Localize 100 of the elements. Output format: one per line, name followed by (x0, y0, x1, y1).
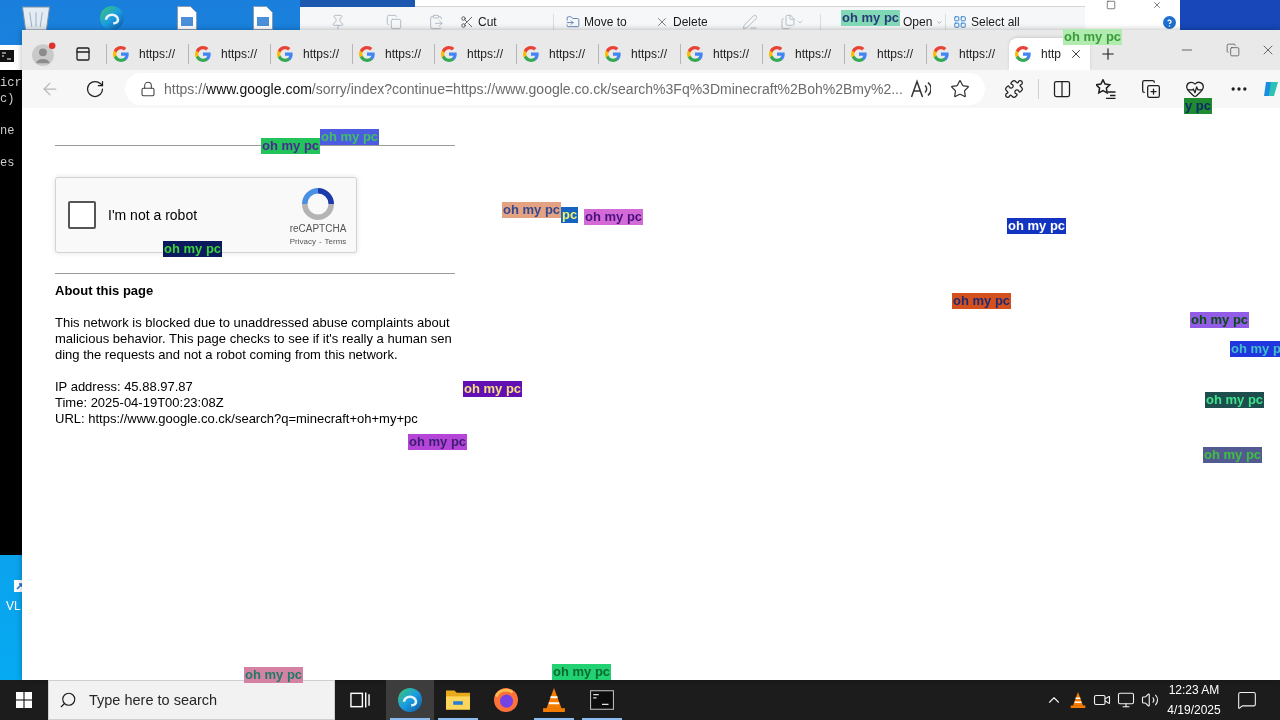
folder-icon (446, 688, 470, 712)
popup-label: oh my pc (320, 129, 380, 145)
g-logo-icon (851, 46, 867, 62)
grid-icon (953, 15, 967, 29)
windows-logo-icon[interactable] (16, 692, 32, 708)
terms-link[interactable]: Terms (324, 237, 347, 247)
maximize-icon[interactable] (1106, 0, 1116, 10)
copy-icon (386, 14, 402, 30)
detail-line: IP address: 45.88.97.87 (55, 379, 193, 395)
monitor-icon[interactable] (1117, 691, 1135, 709)
popup-label: oh my pc (1203, 447, 1263, 463)
popup-label: oh my p (1230, 341, 1280, 357)
traffic-cone-icon[interactable] (1070, 692, 1086, 708)
browser-tab[interactable]: https:// (599, 38, 680, 70)
traffic-cone-icon[interactable] (542, 688, 566, 712)
puzzle-icon[interactable] (1004, 79, 1024, 99)
g-logo-icon (605, 46, 621, 62)
brand-text: reCAPTCHA (289, 223, 347, 235)
shortcut-label: VL (6, 598, 21, 614)
browser-tab[interactable]: https:// (271, 38, 352, 70)
browser-tab[interactable]: https:// (845, 38, 926, 70)
address-field[interactable] (415, 0, 1085, 7)
open-button[interactable]: Open (903, 14, 943, 30)
body-paragraph: This network is blocked due to unaddressed abuse complaints about malicious behavior. This page checks to see if it's really a human sending the requests and not a robot coming from this network. (55, 315, 453, 363)
scissors-icon (460, 15, 474, 29)
detail-line: URL: https://www.google.co.ck/search?q=minecraft+oh+my+pc (55, 411, 418, 427)
caret-icon (796, 18, 804, 26)
popup-label: y pc (1184, 98, 1212, 114)
terminal-icon (590, 688, 614, 712)
favorite-star-icon[interactable] (950, 79, 970, 99)
split-screen-icon[interactable] (1052, 79, 1072, 99)
ring-logo-icon (302, 188, 334, 220)
restore-icon[interactable] (1226, 43, 1240, 57)
browser-tab[interactable]: https:// (517, 38, 598, 70)
address-bar[interactable]: https://www.google.com/sorry/index?continue=https://www.google.co.ck/search%3Fq%3Dminecraft%2Boh%2Bmy%2... (125, 73, 985, 105)
dash-text: - (318, 237, 322, 247)
image-file-icon[interactable] (253, 6, 273, 30)
help-icon[interactable] (1163, 16, 1176, 29)
delete-button[interactable]: Delete (655, 14, 740, 30)
detail-line: Time: 2025-04-19T00:23:08Z (55, 395, 224, 411)
browser-tab[interactable]: https:// (927, 38, 1008, 70)
g-logo-icon (1015, 46, 1031, 62)
read-aloud-icon[interactable] (911, 79, 931, 99)
popup-label: oh my pc (261, 138, 321, 154)
section-heading: About this page (55, 283, 155, 299)
avatar-icon[interactable] (32, 42, 56, 66)
task-view-icon[interactable] (350, 690, 370, 710)
favorites-icon[interactable] (1096, 79, 1116, 99)
popup-label: oh my pc (1205, 392, 1265, 408)
app-logo-icon[interactable] (1263, 81, 1279, 97)
browser-tab[interactable]: https:// (189, 38, 270, 70)
popup-label: oh my pc (584, 209, 644, 225)
g-logo-icon (441, 46, 457, 62)
rename-icon (742, 14, 758, 30)
popup-label: oh my pc (244, 667, 304, 683)
g-logo-icon (359, 46, 375, 62)
taskbar-button[interactable] (386, 680, 434, 720)
popup-label: oh my pc (1063, 29, 1123, 45)
popup-label: oh my pc (408, 434, 468, 450)
refresh-icon[interactable] (85, 79, 105, 99)
paste-icon (428, 14, 444, 30)
browser-tab[interactable]: https:// (435, 38, 516, 70)
browser-icon[interactable] (398, 688, 422, 712)
popup-label: oh my pc (552, 664, 612, 680)
browser-tab[interactable]: https:// (107, 38, 188, 70)
plus-icon[interactable] (1099, 45, 1117, 63)
browser-tab[interactable]: https:// (353, 38, 434, 70)
image-file-icon[interactable] (177, 6, 197, 30)
popup-label: oh my pc (1190, 312, 1250, 328)
popup-label: pc (561, 207, 579, 223)
g-logo-icon (769, 46, 785, 62)
panel-icon[interactable] (75, 46, 91, 62)
popup-label: oh my pc (1007, 218, 1067, 234)
popup-label: oh my pc (952, 293, 1012, 309)
lock-icon[interactable] (140, 81, 156, 97)
select-all-button[interactable]: Select all (953, 14, 1020, 30)
browser-tab[interactable]: https:// (681, 38, 762, 70)
browser-logo-icon (494, 688, 518, 712)
copy-to-icon (780, 14, 796, 30)
checkbox-label: I'm not a robot (108, 205, 198, 225)
speaker-icon[interactable] (1141, 691, 1159, 709)
console-text: icr (0, 75, 22, 91)
console-text: ne (0, 123, 15, 139)
browser-icon[interactable] (100, 6, 124, 30)
close-icon[interactable] (1069, 47, 1083, 61)
heart-pulse-icon[interactable] (1185, 79, 1205, 99)
popup-label: oh my pc (163, 241, 223, 257)
g-logo-icon (687, 46, 703, 62)
console-text: c) (0, 91, 15, 107)
checkbox[interactable] (68, 201, 96, 229)
collections-icon[interactable] (1141, 79, 1161, 99)
cut-button[interactable]: Cut (460, 14, 553, 30)
clock-time: 12:23 AM (1168, 682, 1220, 699)
g-logo-icon (933, 46, 949, 62)
privacy-link[interactable]: Privacy (289, 237, 316, 247)
g-logo-icon (113, 46, 129, 62)
notification-icon[interactable] (1237, 690, 1257, 710)
browser-tab[interactable]: https:// (763, 38, 844, 70)
move-to-button[interactable]: Move to (566, 14, 652, 30)
search-icon (59, 691, 77, 709)
